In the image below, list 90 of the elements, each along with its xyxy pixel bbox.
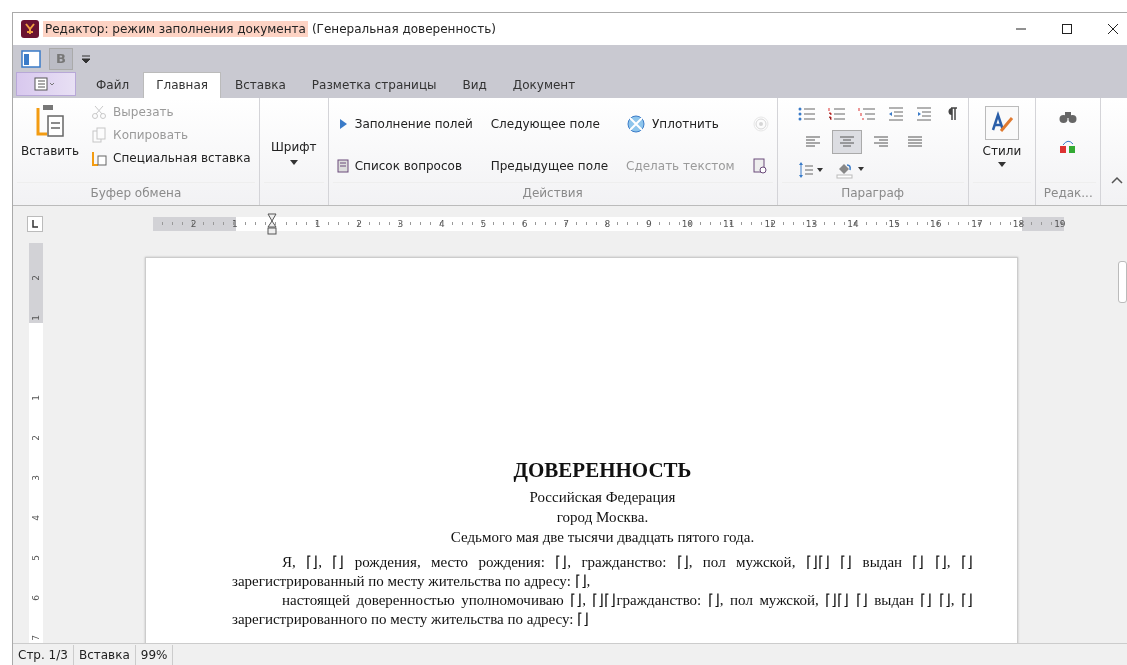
caret-icon: [997, 162, 1006, 167]
font-button[interactable]: Шрифт: [265, 102, 322, 167]
ribbon-tab[interactable]: Файл: [84, 73, 142, 98]
ruler-number: 1: [31, 395, 41, 401]
centered-line: город Москва.: [555, 508, 650, 527]
ruler-number: 6: [31, 595, 41, 601]
status-item: 99%: [135, 645, 174, 665]
app-logo-icon: [21, 20, 39, 38]
close-icon[interactable]: [1107, 23, 1119, 35]
ruler-number: 19: [1053, 218, 1067, 229]
ruler-number: 2: [31, 275, 41, 281]
ruler-number: 2: [355, 218, 363, 229]
numbered-list-icon[interactable]: [827, 107, 846, 121]
ruler-number: 7: [31, 635, 41, 641]
copy-icon: [91, 127, 108, 143]
ruler-number: 4: [438, 218, 446, 229]
styles-icon: [984, 106, 1019, 140]
ruler-number: 5: [31, 555, 41, 561]
centered-line: Седьмого мая две тысячи двадцать пятого года.: [449, 528, 756, 547]
ruler-number: 3: [31, 475, 41, 481]
shading-icon[interactable]: [835, 161, 866, 179]
bullet-list-icon[interactable]: [797, 107, 816, 121]
ruler-number: 14: [846, 218, 860, 229]
multilevel-list-icon[interactable]: [857, 107, 876, 121]
centered-line: Российская Федерация: [528, 488, 677, 507]
action-button[interactable]: Предыдущее поле: [488, 157, 611, 175]
clipboard-icon: [91, 150, 108, 166]
align-icon: [804, 136, 821, 148]
ruler-number: 17: [970, 218, 984, 229]
collapse-ribbon-icon[interactable]: [1111, 176, 1124, 184]
ribbon-tab[interactable]: Документ: [500, 73, 588, 98]
tab-stop-icon[interactable]: [27, 215, 43, 232]
ruler-number: 8: [603, 218, 612, 229]
maximize-icon[interactable]: [1061, 23, 1073, 35]
line-spacing-icon[interactable]: [797, 162, 824, 178]
ruler-number: 4: [31, 515, 41, 521]
ruler-number: 7: [562, 218, 570, 229]
replace-icon[interactable]: [1059, 138, 1078, 154]
group-label: Буфер обмена: [17, 182, 255, 205]
action-button[interactable]: Следующее поле: [488, 115, 611, 133]
paste-button[interactable]: Вставить: [19, 102, 82, 160]
ruler-number: 10: [680, 218, 695, 229]
app-menu-button[interactable]: [16, 72, 76, 96]
ruler-number: 3: [396, 218, 405, 229]
ribbon-tab[interactable]: Главная: [143, 72, 221, 98]
status-item: Вставка: [73, 645, 136, 665]
ruler-number: 11: [722, 218, 736, 229]
action-button[interactable]: Уплотнить: [624, 112, 737, 136]
ruler-number: 15: [887, 218, 902, 229]
action-button[interactable]: Список вопросов: [334, 157, 475, 175]
paragraph: настоящей доверенностью уполномочиваю ⌈⌋, ⌈⌋⌈⌋гражданство: ⌈⌋, пол мужской, ⌈⌋⌈⌋ ⌈⌋ выдан ⌈⌋ ⌈⌋, ⌈⌋зарегистрированного по месту жительства по адресу: ⌈⌋: [232, 591, 973, 629]
caret-icon: [289, 160, 298, 165]
ruler-number: 13: [804, 218, 819, 229]
clipboard-icon: [35, 104, 66, 138]
status-item: Стр. 1/3: [13, 645, 74, 665]
ruler-number: 2: [31, 435, 41, 441]
indent-marker-icon[interactable]: [267, 212, 278, 235]
group-label: Параграф: [781, 182, 964, 205]
list-icon: [336, 159, 349, 173]
align-icon: [872, 136, 889, 148]
align-button[interactable]: [831, 130, 862, 154]
ruler-number: 12: [763, 218, 777, 229]
dropdown-icon[interactable]: [81, 54, 91, 63]
decrease-indent-icon[interactable]: [887, 107, 904, 121]
ruler-number: 1: [231, 218, 239, 229]
ruler-number: 16: [928, 218, 943, 229]
window-title: Редактор: режим заполнения документа: [43, 21, 308, 37]
ribbon-tab[interactable]: Вид: [450, 73, 499, 98]
ruler-number: 1: [313, 218, 322, 229]
align-icon: [838, 136, 855, 148]
binoculars-icon[interactable]: [1059, 110, 1078, 124]
action-button[interactable]: Заполнение полей: [334, 115, 475, 133]
document-name: (Генеральная доверенность): [311, 22, 496, 36]
ruler-number: 1: [31, 315, 41, 321]
signal-icon: [752, 116, 769, 132]
scissors-icon: [91, 104, 108, 120]
ruler-number: 5: [479, 218, 488, 229]
ribbon-tab[interactable]: Вставка: [223, 73, 298, 98]
increase-indent-icon[interactable]: [915, 107, 932, 121]
layout-icon[interactable]: [21, 49, 41, 68]
ruler-number: 9: [644, 218, 653, 229]
ribbon-tab[interactable]: Разметка страницы: [299, 73, 449, 98]
align-icon: [906, 136, 923, 148]
document-icon: [752, 158, 767, 174]
clipboard-button[interactable]: Специальная вставка: [89, 148, 253, 168]
group-label: Действия: [332, 182, 773, 205]
ruler-number: 6: [520, 218, 529, 229]
group-label: Редак...: [1040, 182, 1097, 205]
document-title: ДОВЕРЕННОСТЬ: [512, 458, 693, 483]
styles-button[interactable]: Стили: [974, 102, 1030, 171]
